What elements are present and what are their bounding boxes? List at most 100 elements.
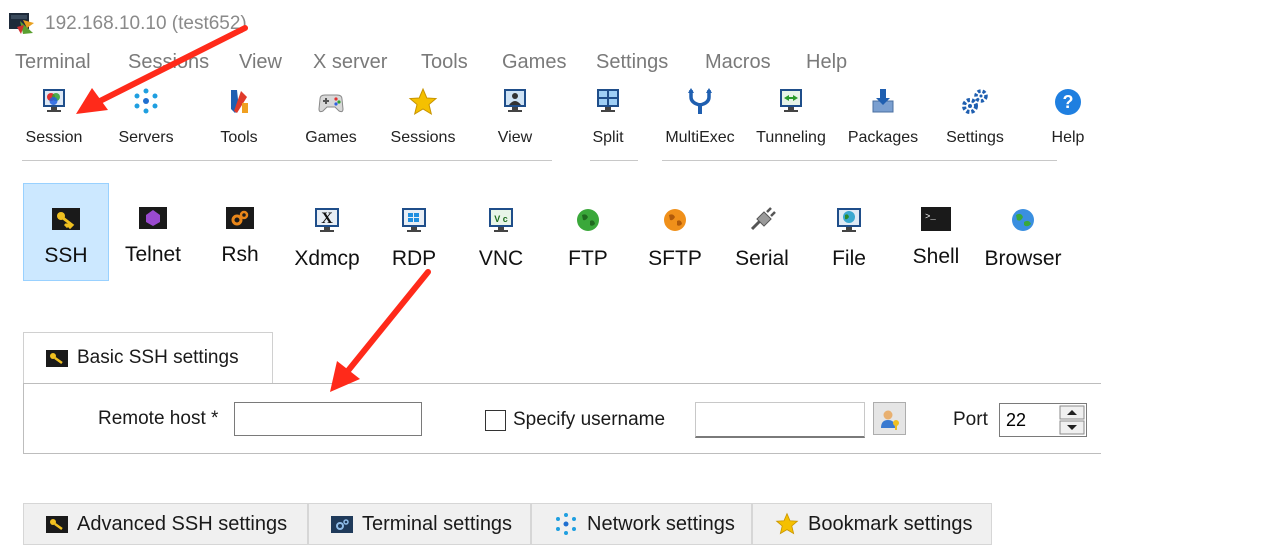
session-type-shell-label: Shell — [912, 245, 960, 268]
session-type-file-label: File — [832, 247, 866, 270]
specify-username-checkbox[interactable] — [485, 410, 506, 431]
session-type-more[interactable]: M — [1067, 183, 1101, 281]
multiexec-icon — [688, 88, 712, 114]
toolbar-tunneling-button[interactable]: Tunneling — [751, 84, 831, 156]
session-type-telnet-label: Telnet — [124, 243, 182, 266]
toolbar-view-button[interactable]: View — [475, 84, 555, 156]
menu-x-server[interactable]: X server — [313, 51, 387, 74]
session-type-telnet[interactable]: Telnet — [110, 183, 196, 281]
toolbar-group-separator — [590, 160, 638, 161]
session-type-ftp[interactable]: FTP — [545, 183, 631, 281]
session-type-vnc[interactable]: V c VNC — [458, 183, 544, 281]
ssh-key-icon — [52, 208, 80, 230]
tab-network-settings[interactable]: Network settings — [531, 503, 752, 545]
session-type-ssh-label: SSH — [44, 244, 88, 267]
session-type-xdmcp[interactable]: X Xdmcp — [284, 183, 370, 281]
window-title: 192.168.10.10 (test652) — [45, 13, 247, 34]
title-bar: 192.168.10.10 (test652) — [0, 0, 1287, 48]
username-input[interactable] — [695, 402, 865, 438]
session-type-sftp[interactable]: SFTP — [632, 183, 718, 281]
toolbar-servers-button[interactable]: Servers — [106, 84, 186, 156]
toolbar-games-button[interactable]: Games — [291, 84, 371, 156]
user-picker-button[interactable] — [873, 402, 906, 435]
toolbar-split-button[interactable]: Split — [568, 84, 648, 156]
port-label: Port — [953, 409, 988, 430]
toolbar-group-separator — [22, 160, 552, 161]
session-type-ftp-label: FTP — [568, 247, 608, 270]
session-type-browser[interactable]: Browser — [980, 183, 1066, 281]
remote-host-input[interactable] — [234, 402, 422, 436]
session-type-ssh[interactable]: SSH — [23, 183, 109, 281]
toolbar-session-button[interactable]: Session — [14, 84, 94, 156]
vnc-icon: V c — [489, 208, 513, 232]
ftp-globe-icon — [577, 209, 599, 231]
xdmcp-icon: X — [315, 208, 339, 232]
toolbar-settings-label: Settings — [946, 129, 1004, 146]
session-type-shell[interactable]: >_ Shell — [893, 183, 979, 281]
sftp-globe-icon — [664, 209, 686, 231]
user-icon — [880, 410, 899, 430]
telnet-icon — [139, 207, 167, 229]
session-type-more-clip: M — [1067, 183, 1101, 281]
ssh-key-icon — [46, 350, 68, 367]
help-icon: ? — [1055, 89, 1081, 115]
session-type-sftp-label: SFTP — [648, 247, 702, 270]
servers-icon — [134, 88, 158, 114]
toolbar-tools-label: Tools — [220, 129, 258, 146]
toolbar-multiexec-button[interactable]: MultiExec — [660, 84, 740, 156]
session-type-rdp[interactable]: RDP — [371, 183, 457, 281]
menu-sessions[interactable]: Sessions — [128, 51, 209, 74]
tab-bookmark-settings-label: Bookmark settings — [808, 512, 973, 535]
session-type-file[interactable]: File — [806, 183, 892, 281]
menu-tools[interactable]: Tools — [421, 51, 468, 74]
tab-advanced-ssh-settings[interactable]: Advanced SSH settings — [23, 503, 308, 545]
remote-host-label: Remote host * — [98, 408, 219, 429]
mosh-icon — [1096, 207, 1101, 233]
menu-macros[interactable]: Macros — [705, 51, 771, 74]
menu-help[interactable]: Help — [806, 51, 847, 74]
tools-icon — [231, 90, 248, 113]
toolbar-servers-label: Servers — [118, 129, 174, 146]
tab-basic-ssh-settings[interactable]: Basic SSH settings — [23, 332, 273, 384]
toolbar-session-label: Session — [25, 129, 83, 146]
toolbar-packages-button[interactable]: Packages — [843, 84, 923, 156]
specify-username-label: Specify username — [513, 409, 666, 430]
packages-icon — [872, 89, 894, 113]
serial-plug-icon — [750, 207, 776, 231]
session-type-vnc-label: VNC — [478, 247, 524, 270]
network-icon — [556, 513, 576, 535]
arrow-to-remote-host — [330, 269, 431, 392]
session-type-browser-label: Browser — [984, 247, 1062, 270]
session-type-serial[interactable]: Serial — [719, 183, 805, 281]
session-icon — [43, 89, 65, 112]
tab-terminal-settings[interactable]: Terminal settings — [308, 503, 531, 545]
toolbar-settings-button[interactable]: Settings — [935, 84, 1015, 156]
tab-terminal-settings-label: Terminal settings — [362, 512, 513, 535]
tab-advanced-ssh-settings-label: Advanced SSH settings — [77, 512, 288, 535]
port-spinner[interactable] — [1058, 404, 1086, 436]
toolbar-help-button[interactable]: ? Help — [1028, 84, 1108, 156]
tab-network-settings-label: Network settings — [587, 512, 735, 535]
menu-view[interactable]: View — [239, 51, 282, 74]
toolbar-tools-button[interactable]: Tools — [199, 84, 279, 156]
shell-terminal-icon: >_ — [921, 207, 951, 231]
split-icon — [597, 89, 619, 112]
session-type-rsh[interactable]: Rsh — [197, 183, 283, 281]
session-type-serial-label: Serial — [735, 247, 789, 270]
tab-bookmark-settings[interactable]: Bookmark settings — [752, 503, 992, 545]
toolbar-group-separator — [662, 160, 1057, 161]
toolbar-sessions-label: Sessions — [390, 129, 456, 146]
svg-text:X: X — [321, 210, 333, 227]
settings-gears-icon — [962, 89, 988, 114]
menu-games[interactable]: Games — [502, 51, 566, 74]
menu-terminal[interactable]: Terminal — [15, 51, 91, 74]
ssh-key-icon — [46, 515, 68, 533]
toolbar-view-label: View — [497, 129, 533, 146]
file-icon — [837, 208, 861, 232]
rdp-windows-icon — [402, 208, 426, 232]
sessions-star-icon — [408, 87, 438, 116]
toolbar-help-label: Help — [1051, 129, 1085, 146]
menu-settings[interactable]: Settings — [596, 51, 668, 74]
toolbar-multiexec-label: MultiExec — [665, 129, 735, 146]
toolbar-sessions-button[interactable]: Sessions — [383, 84, 463, 156]
